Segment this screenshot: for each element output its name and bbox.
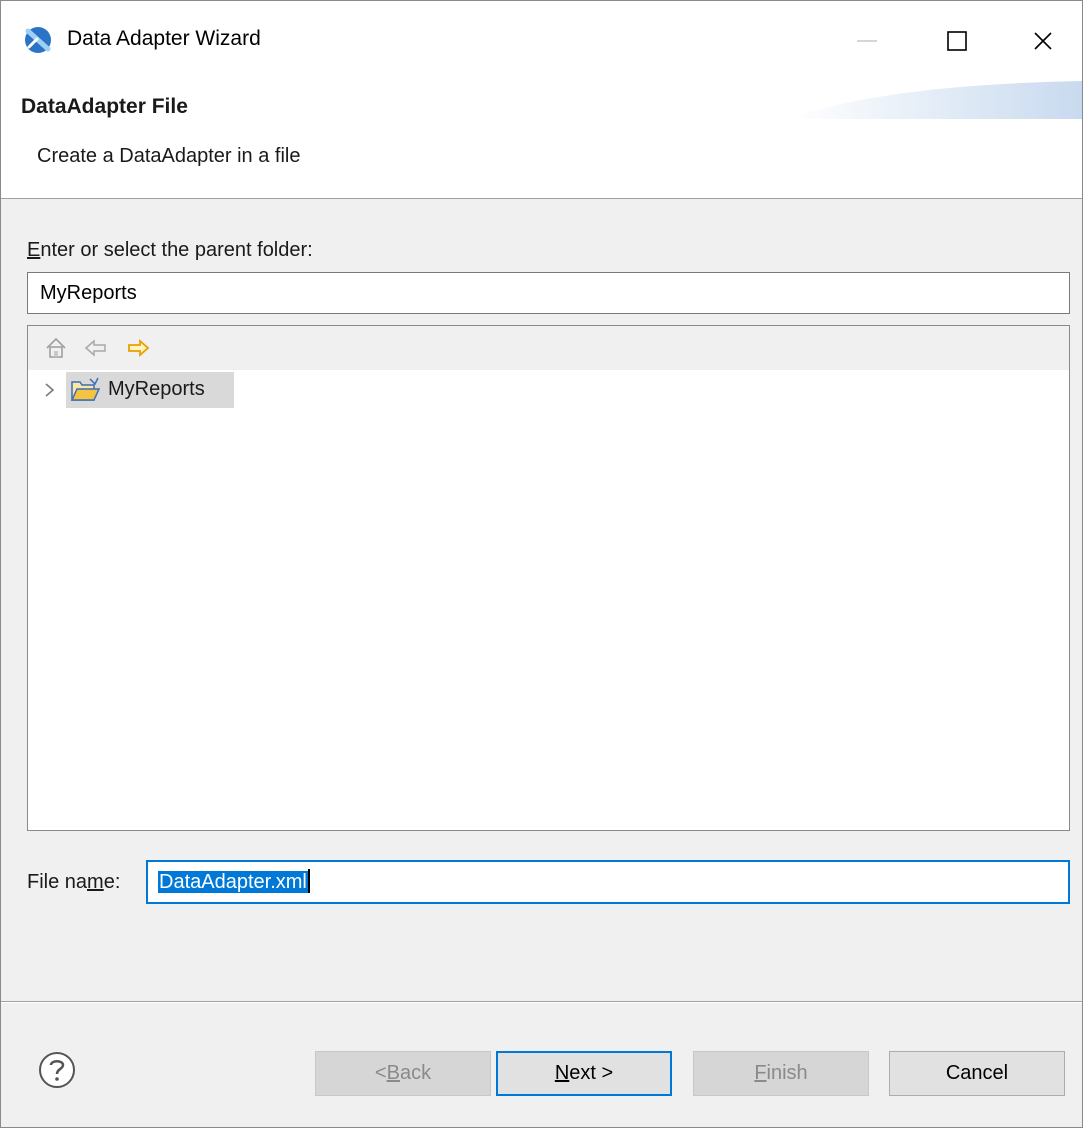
wizard-window: Data Adapter Wizard DataAdapter File Cre… [0, 0, 1083, 1128]
page-description: Create a DataAdapter in a file [37, 145, 301, 167]
forward-arrow-icon [128, 339, 150, 357]
back-arrow-icon [84, 339, 106, 357]
minimize-icon [857, 40, 877, 42]
text-caret [307, 869, 310, 893]
close-icon [1034, 32, 1052, 50]
jaspersoft-app-icon [25, 27, 51, 53]
parent-folder-input[interactable] [27, 272, 1070, 314]
file-name-selected-text: DataAdapter.xml [158, 871, 308, 893]
tree-item-selection[interactable]: MyReports [66, 372, 234, 408]
maximize-button[interactable] [927, 17, 987, 65]
page-title: DataAdapter File [21, 95, 188, 118]
home-icon [46, 337, 66, 358]
home-button[interactable] [42, 334, 70, 362]
finish-button[interactable]: Finish [693, 1051, 869, 1096]
wizard-header: DataAdapter File Create a DataAdapter in… [1, 79, 1082, 199]
chevron-right-icon[interactable] [42, 380, 58, 400]
window-title: Data Adapter Wizard [67, 27, 261, 50]
help-icon[interactable] [37, 1050, 77, 1090]
parent-folder-label: Enter or select the parent folder: [27, 239, 313, 261]
close-button[interactable] [1013, 17, 1073, 65]
title-bar[interactable]: Data Adapter Wizard [1, 1, 1082, 79]
tree-item-myreports[interactable]: MyReports [28, 370, 1069, 410]
tree-toolbar [28, 326, 1069, 370]
button-bar-separator [1, 1001, 1082, 1003]
open-folder-icon [70, 377, 100, 401]
back-button[interactable]: < Back [315, 1051, 491, 1096]
header-swoosh-decoration [791, 81, 1082, 119]
file-name-label: File name: [27, 871, 121, 893]
forward-nav-button[interactable] [124, 334, 152, 362]
next-button[interactable]: Next > [496, 1051, 672, 1096]
maximize-icon [947, 31, 967, 51]
tree-item-label: MyReports [108, 378, 205, 400]
file-name-input[interactable]: DataAdapter.xml [146, 860, 1070, 904]
back-nav-button[interactable] [82, 334, 110, 362]
minimize-button[interactable] [837, 17, 897, 65]
folder-tree[interactable]: MyReports [27, 325, 1070, 831]
cancel-button[interactable]: Cancel [889, 1051, 1065, 1096]
